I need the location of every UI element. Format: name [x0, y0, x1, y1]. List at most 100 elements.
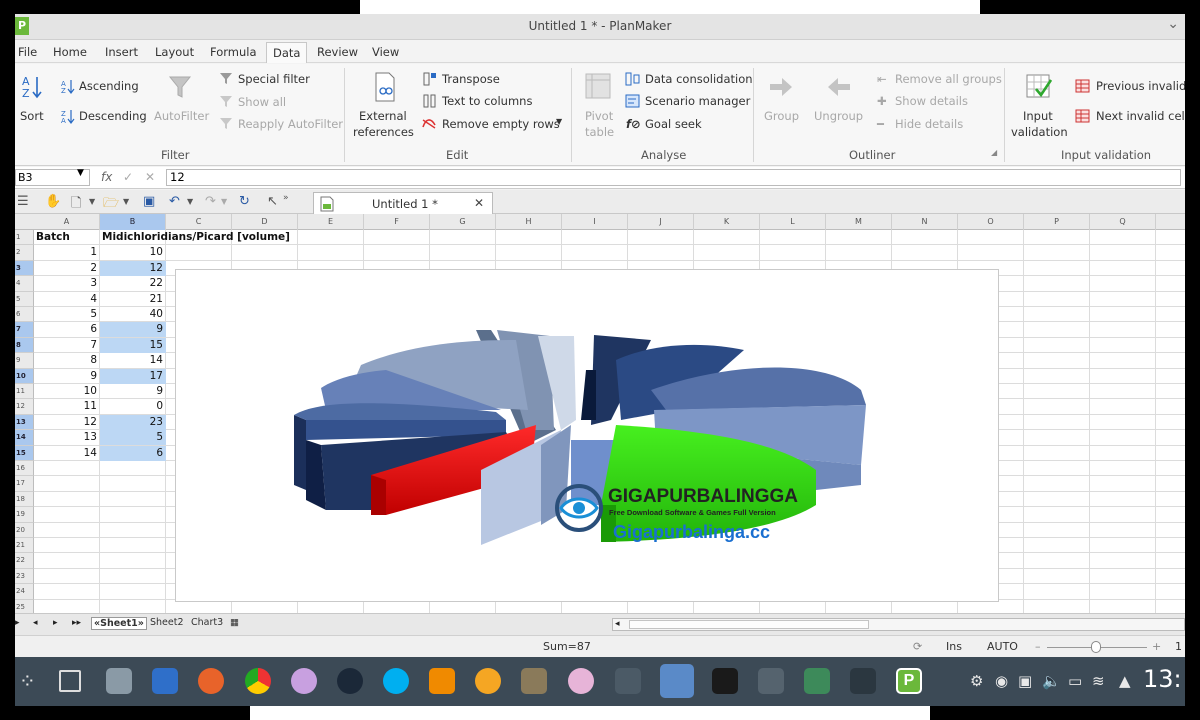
row-header[interactable]: 13: [15, 414, 34, 431]
dropdown-arrow-icon[interactable]: ▼: [187, 197, 193, 206]
row-header[interactable]: 24: [15, 584, 34, 600]
pivot-table-line2[interactable]: table: [585, 125, 614, 139]
redo-icon[interactable]: ↷: [205, 194, 216, 209]
sheet-tab[interactable]: Chart3: [191, 617, 223, 628]
row-header[interactable]: 12: [15, 399, 34, 415]
game-icon[interactable]: [521, 668, 547, 694]
column-header[interactable]: E: [298, 214, 364, 230]
menu-data[interactable]: Data: [266, 42, 308, 63]
hand-icon[interactable]: ✋: [45, 194, 61, 209]
row-header[interactable]: 4: [15, 276, 34, 292]
zoom-in-button[interactable]: +: [1152, 640, 1161, 653]
cell[interactable]: 3: [34, 276, 100, 291]
row-header[interactable]: 17: [15, 476, 34, 492]
cell[interactable]: Batch: [34, 230, 100, 245]
chevron-up-icon[interactable]: ▲: [1119, 672, 1131, 690]
column-header[interactable]: P: [1024, 214, 1090, 230]
image-viewer-icon[interactable]: [804, 668, 830, 694]
pointer-icon[interactable]: ↖: [267, 194, 278, 209]
cell[interactable]: 23: [100, 414, 166, 430]
row-header[interactable]: 10: [15, 368, 34, 384]
cell[interactable]: 6: [34, 322, 100, 337]
text-to-columns-button[interactable]: Text to columns: [442, 94, 532, 108]
cell[interactable]: 21: [100, 292, 166, 307]
app-icon[interactable]: [758, 668, 784, 694]
open-folder-icon[interactable]: 🗁: [103, 194, 119, 216]
column-header[interactable]: M: [826, 214, 892, 230]
pie-slice[interactable]: [294, 415, 306, 490]
add-sheet-icon[interactable]: ▦: [230, 617, 239, 628]
app-icon[interactable]: [568, 668, 594, 694]
reapply-autofilter-button[interactable]: Reapply AutoFilter: [238, 117, 343, 131]
last-sheet-icon[interactable]: ▸▸: [72, 618, 81, 628]
new-document-icon[interactable]: 🗋: [71, 194, 81, 216]
column-header[interactable]: O: [958, 214, 1024, 230]
scroll-left-icon[interactable]: ◂: [615, 619, 620, 629]
firefox-icon[interactable]: [198, 668, 224, 694]
previous-sheet-icon[interactable]: ◂: [33, 618, 38, 628]
sort-descending-button[interactable]: Descending: [79, 109, 147, 123]
app-icon[interactable]: [615, 668, 641, 694]
document-tab[interactable]: Untitled 1 * ✕: [313, 192, 493, 214]
pivot-table-line1[interactable]: Pivot: [585, 109, 613, 123]
next-sheet-icon[interactable]: ▸: [53, 618, 58, 628]
close-icon[interactable]: ✕: [474, 196, 484, 210]
planmaker-taskbar-icon[interactable]: P: [896, 668, 922, 694]
volume-icon[interactable]: 🔈: [1042, 672, 1061, 690]
cell[interactable]: 11: [34, 399, 100, 414]
save-icon[interactable]: ▣: [143, 194, 155, 209]
row-header[interactable]: 22: [15, 553, 34, 569]
cell[interactable]: 12: [100, 260, 166, 276]
row-header[interactable]: 25: [15, 599, 34, 613]
special-filter-button[interactable]: Special filter: [238, 72, 310, 86]
menu-view[interactable]: View: [372, 45, 399, 59]
external-references-line1[interactable]: External: [359, 109, 407, 123]
scenario-manager-button[interactable]: Scenario manager: [645, 94, 750, 108]
cell[interactable]: 10: [100, 245, 166, 260]
pie-slice[interactable]: [371, 475, 386, 515]
cell[interactable]: 9: [34, 369, 100, 384]
cell[interactable]: 13: [34, 430, 100, 445]
input-validation-line2[interactable]: validation: [1011, 125, 1068, 139]
data-consolidation-button[interactable]: Data consolidation: [645, 72, 753, 86]
row-header[interactable]: 21: [15, 538, 34, 554]
hide-details-button[interactable]: Hide details: [895, 117, 963, 131]
goal-seek-button[interactable]: Goal seek: [645, 117, 702, 131]
row-header[interactable]: 15: [15, 445, 34, 461]
repeat-icon[interactable]: ↻: [239, 194, 250, 209]
dropdown-arrow-icon[interactable]: ▼: [556, 117, 562, 126]
row-header[interactable]: 23: [15, 568, 34, 585]
menu-home[interactable]: Home: [53, 45, 87, 59]
ungroup-button[interactable]: Ungroup: [814, 109, 863, 123]
dropdown-arrow-icon[interactable]: ▼: [123, 197, 129, 206]
cell[interactable]: 5: [100, 430, 166, 446]
menu-icon[interactable]: ☰: [17, 194, 29, 209]
cell[interactable]: 17: [100, 368, 166, 384]
row-header[interactable]: 8: [15, 337, 34, 354]
settings-tray-icon[interactable]: ⚙: [970, 672, 983, 690]
cell[interactable]: 0: [100, 399, 166, 414]
row-header[interactable]: 16: [15, 461, 34, 477]
row-header[interactable]: 18: [15, 491, 34, 508]
cell[interactable]: 9: [100, 384, 166, 399]
cell[interactable]: Midichloridians/Picard [volume]: [100, 230, 400, 245]
remove-empty-rows-button[interactable]: Remove empty rows: [442, 117, 560, 131]
menu-insert[interactable]: Insert: [105, 45, 138, 59]
zoom-out-button[interactable]: –: [1035, 640, 1041, 653]
row-header[interactable]: 9: [15, 353, 34, 369]
horizontal-scrollbar[interactable]: ◂: [612, 618, 1185, 631]
column-header[interactable]: C: [166, 214, 232, 230]
folder-icon[interactable]: [152, 668, 178, 694]
column-header[interactable]: A: [34, 214, 100, 230]
group-button[interactable]: Group: [764, 109, 799, 123]
kde-settings-icon[interactable]: [660, 664, 694, 698]
dropdown-arrow-icon[interactable]: ▼: [221, 197, 227, 206]
cell[interactable]: 7: [34, 338, 100, 353]
cell[interactable]: 4: [34, 292, 100, 307]
next-invalid-button[interactable]: Next invalid cell: [1096, 109, 1185, 123]
cell[interactable]: 6: [100, 445, 166, 461]
column-header[interactable]: Q: [1090, 214, 1156, 230]
insert-mode[interactable]: Ins: [946, 640, 962, 653]
column-header[interactable]: J: [628, 214, 694, 230]
skype-icon[interactable]: [383, 668, 409, 694]
